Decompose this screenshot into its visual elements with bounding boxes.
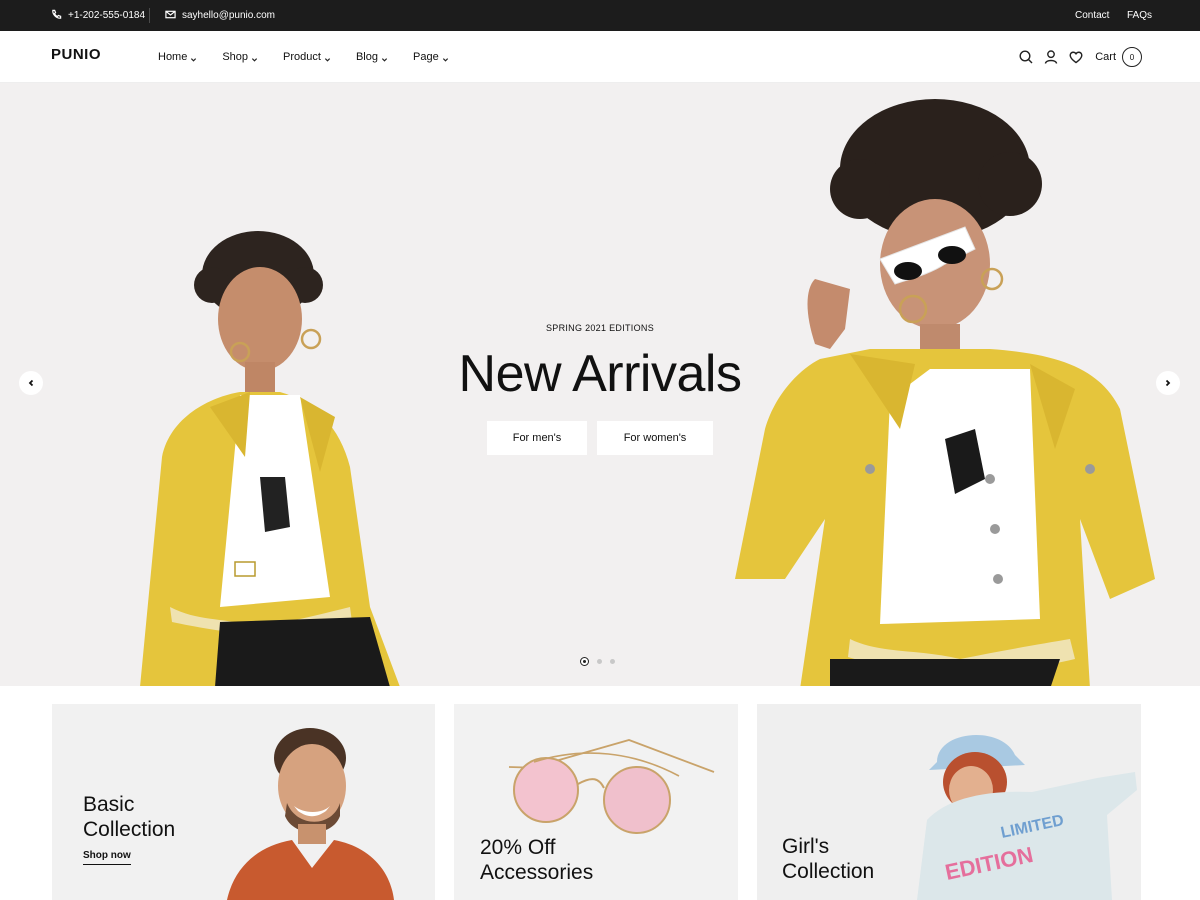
main-header: PUNIO Home Shop Product Blog Page Cart 0	[0, 31, 1200, 83]
banner-accessories[interactable]: 20% Off Accessories	[454, 704, 738, 900]
chevron-down-icon	[381, 54, 388, 62]
topbar-divider	[149, 8, 150, 23]
banner-basic-collection[interactable]: Basic Collection Shop now	[52, 704, 435, 900]
email-contact[interactable]: sayhello@punio.com	[165, 0, 275, 31]
header-actions: Cart 0	[1009, 31, 1142, 83]
prev-slide-button[interactable]	[19, 371, 43, 395]
for-men-button[interactable]: For men's	[487, 421, 587, 455]
nav-item-shop[interactable]: Shop	[222, 51, 258, 63]
email-address: sayhello@punio.com	[182, 10, 275, 21]
hero-eyebrow: SPRING 2021 EDITIONS	[545, 323, 655, 333]
nav-label: Product	[283, 51, 321, 63]
nav-item-blog[interactable]: Blog	[356, 51, 388, 63]
hero-slider: SPRING 2021 EDITIONS New Arrivals For me…	[0, 83, 1200, 686]
top-bar: +1-202-555-0184 sayhello@punio.com Conta…	[0, 0, 1200, 31]
banner-title: Girl's Collection	[782, 835, 875, 883]
phone-number: +1-202-555-0184	[68, 10, 146, 21]
hero-content: SPRING 2021 EDITIONS New Arrivals For me…	[0, 323, 1200, 455]
cart-button[interactable]: Cart	[1095, 51, 1116, 63]
nav-item-home[interactable]: Home	[158, 51, 197, 63]
chevron-down-icon	[442, 54, 449, 62]
user-icon[interactable]	[1043, 49, 1059, 65]
search-icon[interactable]	[1018, 49, 1034, 65]
banner-man-image	[227, 728, 394, 900]
site-logo[interactable]: PUNIO	[51, 46, 101, 63]
banner-sunglasses-image	[508, 739, 715, 834]
mail-icon	[165, 9, 176, 23]
slider-dot-2[interactable]	[597, 659, 602, 664]
nav-item-page[interactable]: Page	[413, 51, 449, 63]
hero-buttons: For men's For women's	[0, 421, 1200, 455]
chevron-down-icon	[324, 54, 331, 62]
heart-icon[interactable]	[1068, 49, 1084, 65]
hero-title: New Arrivals	[458, 345, 742, 403]
nav-label: Shop	[222, 51, 249, 63]
slider-dot-1[interactable]	[580, 657, 589, 666]
contact-link[interactable]: Contact	[1075, 0, 1109, 31]
phone-contact[interactable]: +1-202-555-0184	[51, 0, 145, 31]
chevron-down-icon	[190, 54, 197, 62]
banner-title: Basic Collection	[83, 793, 176, 841]
next-slide-button[interactable]	[1156, 371, 1180, 395]
chevron-left-icon	[27, 374, 35, 392]
faqs-link[interactable]: FAQs	[1127, 0, 1152, 31]
chevron-right-icon	[1164, 374, 1172, 392]
hero-model-left-image	[140, 231, 400, 686]
nav-label: Home	[158, 51, 188, 63]
banner-title: 20% Off Accessories	[480, 836, 594, 884]
main-nav: Home Shop Product Blog Page	[158, 31, 474, 83]
chevron-down-icon	[251, 54, 258, 62]
nav-label: Blog	[355, 51, 378, 63]
banner-girls-collection[interactable]: LIMITED EDITION Girl's Collection	[757, 704, 1141, 900]
slider-dot-3[interactable]	[610, 659, 615, 664]
banner-girl-image: LIMITED EDITION	[917, 735, 1137, 900]
shop-now-link[interactable]: Shop now	[83, 850, 131, 865]
nav-item-product[interactable]: Product	[283, 51, 331, 63]
for-women-button[interactable]: For women's	[597, 421, 713, 455]
nav-label: Page	[413, 51, 439, 63]
slider-pagination	[580, 657, 615, 666]
phone-icon	[51, 9, 62, 23]
cart-count-badge[interactable]: 0	[1122, 47, 1142, 67]
